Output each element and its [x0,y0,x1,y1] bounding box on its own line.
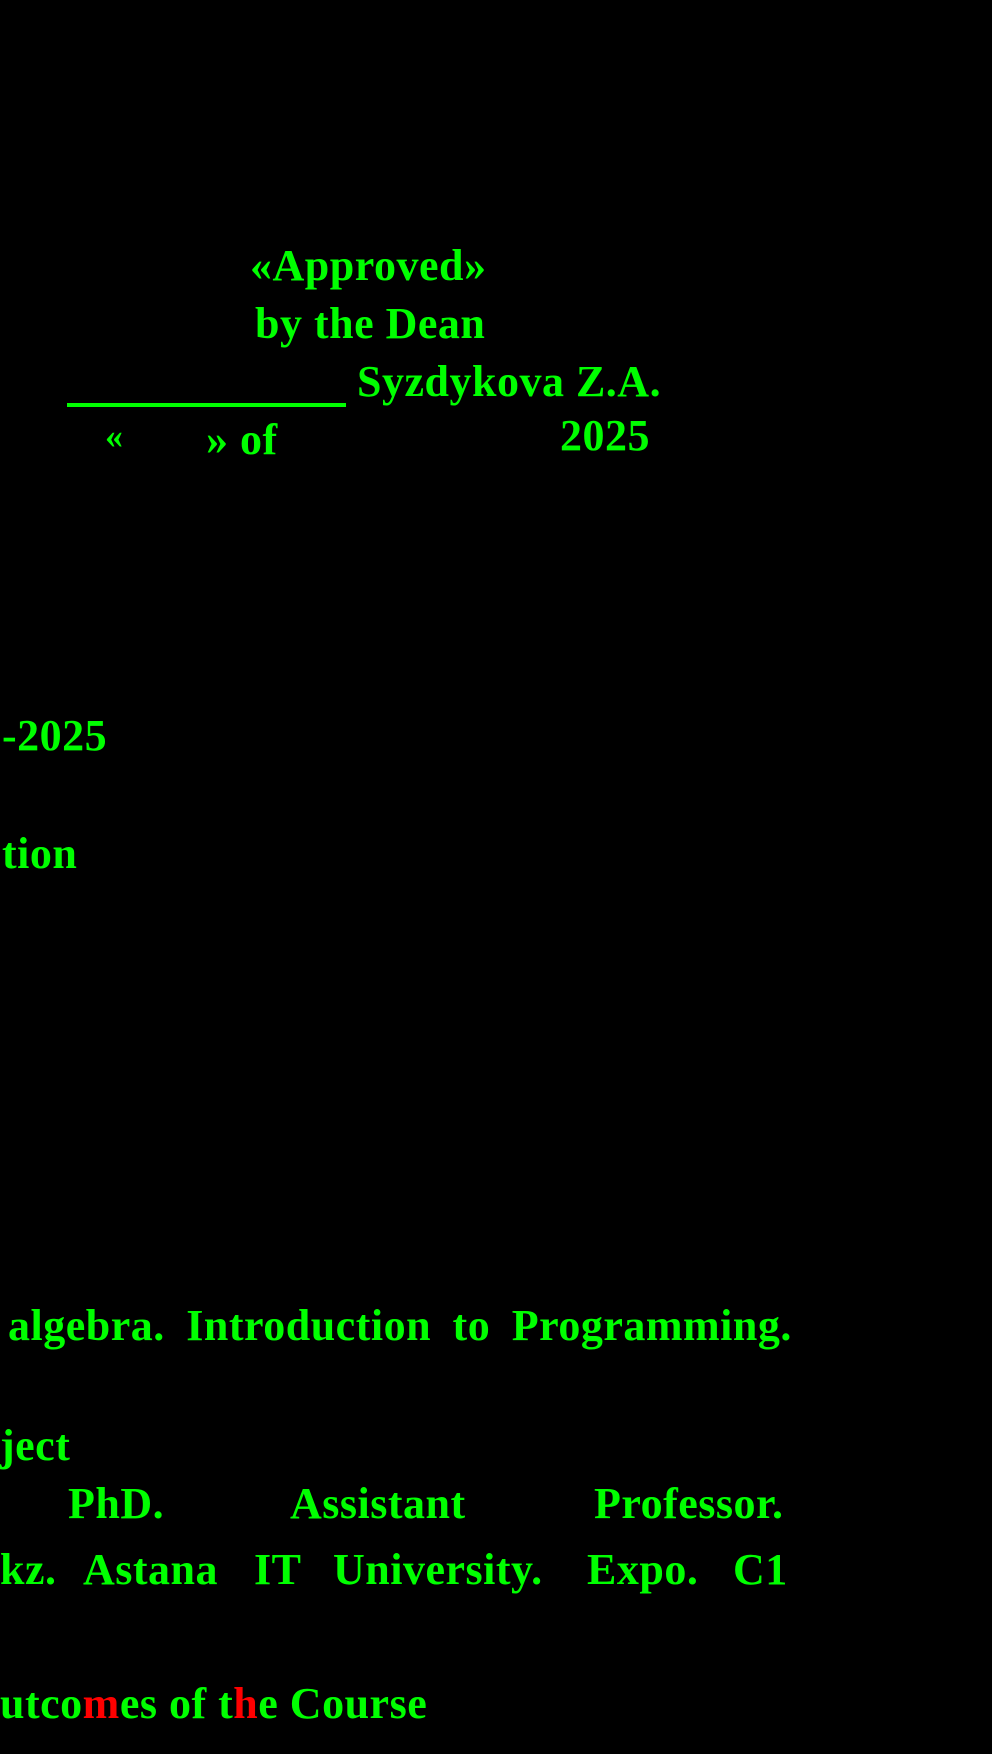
approval-by-line: by the Dean [255,299,486,348]
signature-line [67,403,346,407]
subject-fragment: ject [0,1421,71,1470]
outcomes-heading: utcomes of the Course [0,1682,427,1726]
dean-name: Syzdykova Z.A. [357,360,661,404]
section-title-fragment: tion [2,829,78,878]
year-range-fragment: -2025 [2,711,108,760]
date-year: 2025 [560,411,650,460]
org-word-c1: C1 [733,1545,788,1594]
org-word-it: IT [254,1545,302,1594]
date-close-quote-of: » of [206,415,278,464]
outcomes-heading-part5: e Course [258,1679,428,1728]
org-word-university: University. [333,1545,543,1594]
outcomes-heading-highlight-m: m [82,1679,120,1728]
date-open-quote: « [105,416,124,456]
instructor-rank-word2: Professor. [594,1479,784,1528]
outcomes-heading-highlight-h: h [233,1679,259,1728]
outcomes-heading-part3: es of t [119,1679,234,1728]
prerequisites-line: algebra. Introduction to Programming. [8,1301,792,1350]
instructor-degree: PhD. [68,1479,165,1528]
outcomes-heading-part1: utco [0,1679,83,1728]
org-word-expo: Expo. [587,1545,699,1594]
approval-title: «Approved» [250,241,487,290]
email-fragment: kz. [0,1545,57,1594]
org-word-astana: Astana [83,1545,219,1594]
instructor-rank-word1: Assistant [290,1479,466,1528]
dean-name-text: Syzdykova Z.A. [357,357,662,406]
